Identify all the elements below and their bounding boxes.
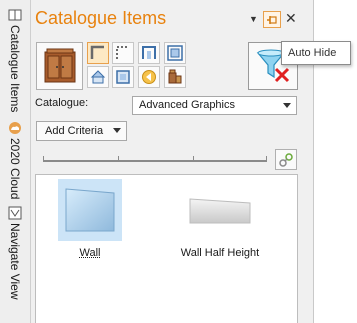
tab-label: 2020 Cloud bbox=[8, 138, 22, 200]
auto-hide-tooltip: Auto Hide bbox=[281, 41, 351, 65]
view-furniture-button[interactable] bbox=[164, 66, 186, 88]
view-roof-button[interactable] bbox=[87, 66, 109, 88]
cloud-icon bbox=[9, 122, 21, 134]
view-frame-button[interactable] bbox=[138, 42, 160, 64]
slider-tick bbox=[118, 156, 119, 162]
catalogue-item-wall[interactable]: Wall bbox=[58, 179, 122, 259]
play-circle-icon bbox=[142, 70, 156, 84]
tab-label: Navigate View bbox=[8, 223, 22, 300]
item-label: Wall Half Height bbox=[180, 247, 260, 259]
tab-label: Catalogue Items bbox=[8, 25, 22, 113]
catalogue-items-gallery: Wall Wall Half Height bbox=[35, 174, 298, 323]
corner-layout-icon bbox=[90, 45, 104, 59]
add-criteria-label: Add Criteria bbox=[45, 125, 104, 137]
book-icon bbox=[8, 9, 22, 21]
wall-half-height-thumbnail bbox=[180, 179, 260, 241]
pin-icon bbox=[267, 15, 277, 24]
cabinet-icon bbox=[44, 48, 75, 83]
house-icon bbox=[90, 70, 106, 84]
panel-title: Catalogue Items bbox=[35, 8, 167, 28]
catalogue-select-value: Advanced Graphics bbox=[139, 99, 235, 111]
panel-menu-arrow-icon[interactable]: ▼ bbox=[249, 14, 258, 24]
wall-panel-icon bbox=[65, 188, 115, 232]
chevron-down-icon bbox=[113, 128, 121, 133]
wall-thumbnail bbox=[58, 179, 122, 241]
slider-tick bbox=[43, 156, 44, 162]
add-criteria-dropdown[interactable]: Add Criteria bbox=[36, 121, 127, 141]
tab-catalogue-items[interactable]: Catalogue Items bbox=[4, 8, 26, 112]
square-icon bbox=[116, 70, 130, 84]
catalogue-item-wall-half-height[interactable]: Wall Half Height bbox=[180, 179, 260, 259]
nested-square-icon bbox=[167, 45, 183, 61]
catalogue-select[interactable]: Advanced Graphics bbox=[132, 96, 297, 115]
furniture-icon bbox=[168, 69, 182, 84]
tab-navigate-view[interactable]: Navigate View bbox=[4, 206, 26, 300]
view-arrow-button[interactable] bbox=[138, 66, 160, 88]
slider-tick bbox=[266, 156, 267, 162]
navigate-icon bbox=[8, 206, 22, 220]
view-nested-button[interactable] bbox=[164, 42, 186, 64]
thumbnail-size-slider[interactable] bbox=[43, 156, 267, 162]
view-layout-button[interactable] bbox=[87, 42, 109, 64]
view-dashed-layout-button[interactable] bbox=[112, 42, 134, 64]
catalogue-browse-button[interactable] bbox=[36, 42, 83, 90]
frame-icon bbox=[142, 46, 156, 59]
close-icon[interactable]: ✕ bbox=[285, 10, 297, 27]
catalogue-label: Catalogue: bbox=[35, 97, 89, 109]
half-wall-panel-icon bbox=[189, 198, 251, 224]
view-square-button[interactable] bbox=[112, 66, 134, 88]
vertical-tab-strip: Catalogue Items 2020 Cloud Navigate View bbox=[0, 0, 31, 323]
item-label: Wall bbox=[79, 247, 101, 259]
catalogue-panel: Catalogue Items ▼ ✕ Catalogue: Advanced … bbox=[31, 0, 314, 323]
link-settings-button[interactable] bbox=[275, 149, 297, 170]
chevron-down-icon bbox=[283, 103, 291, 108]
link-icon bbox=[279, 152, 293, 167]
auto-hide-pin-button[interactable] bbox=[263, 11, 281, 28]
tab-2020-cloud[interactable]: 2020 Cloud bbox=[4, 121, 26, 199]
dashed-corner-icon bbox=[116, 46, 129, 59]
slider-tick bbox=[193, 156, 194, 162]
